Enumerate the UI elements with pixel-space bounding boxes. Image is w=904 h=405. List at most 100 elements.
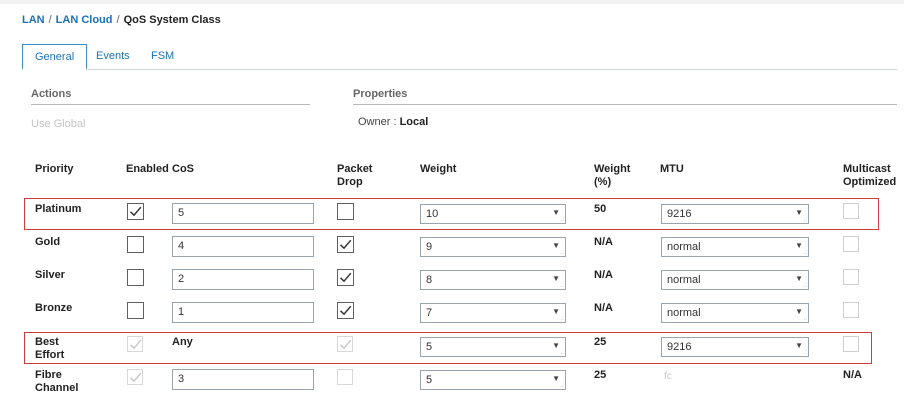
cos-input[interactable]: 2 [172, 269, 314, 290]
mtu-value: normal [667, 307, 701, 319]
top-border [0, 0, 904, 4]
tab-events[interactable]: Events [84, 46, 142, 69]
weight-select[interactable]: 8 ▼.: [420, 270, 566, 290]
multicast-optimized-checkbox [843, 269, 859, 285]
enabled-checkbox [127, 336, 143, 352]
mtu-select[interactable]: normal ▼.: [661, 237, 809, 257]
breadcrumb-separator: / [48, 14, 52, 26]
packet-drop-checkbox[interactable] [337, 236, 354, 253]
priority-label: Platinum [35, 203, 82, 215]
properties-title: Properties [353, 88, 408, 100]
chevron-down-icon: ▼ [795, 341, 803, 350]
resize-corner-icon: .: [560, 283, 564, 289]
tab-fsm[interactable]: FSM [139, 46, 186, 69]
packet-drop-checkbox[interactable] [337, 269, 354, 286]
chevron-down-icon: ▼ [552, 341, 560, 350]
priority-cell: Bronze [35, 302, 72, 315]
tab-general[interactable]: General [22, 44, 88, 70]
header-priority: Priority [35, 163, 74, 175]
resize-corner-icon: .: [560, 250, 564, 256]
weight-select[interactable]: 5 ▼.: [420, 337, 566, 357]
header-packet-drop-line2: Drop [337, 176, 363, 188]
priority-label: Effort [35, 349, 65, 361]
resize-corner-icon: .: [803, 283, 807, 289]
packet-drop-checkbox [337, 336, 353, 352]
mtu-value: normal [667, 241, 701, 253]
packet-drop-checkbox [337, 369, 353, 385]
weight-select[interactable]: 5 ▼.: [420, 370, 566, 390]
chevron-down-icon: ▼ [795, 208, 803, 217]
breadcrumb-separator: / [116, 14, 120, 26]
multicast-optimized-checkbox [843, 203, 859, 219]
weight-select[interactable]: 7 ▼.: [420, 303, 566, 323]
priority-cell: Fibre Channel [35, 369, 78, 395]
header-weight-pct-line2: (%) [594, 176, 612, 188]
multicast-optimized-checkbox [843, 302, 859, 318]
cos-input[interactable]: 5 [172, 203, 314, 224]
mtu-select[interactable]: 9216 ▼.: [661, 337, 809, 357]
weight-value: 8 [426, 274, 433, 286]
resize-corner-icon: .: [803, 350, 807, 356]
priority-cell: Platinum [35, 203, 81, 216]
mtu-select[interactable]: normal ▼.: [661, 303, 809, 323]
weight-percent: 50 [594, 203, 607, 215]
header-enabled: Enabled [126, 163, 169, 175]
weight-value: 5 [426, 341, 433, 353]
cos-input[interactable]: 1 [172, 302, 314, 323]
breadcrumb-lan[interactable]: LAN [22, 14, 45, 26]
cos-value: Any [172, 336, 193, 348]
header-weight-pct-line1: Weight [594, 163, 631, 175]
enabled-checkbox [127, 369, 143, 385]
weight-percent: N/A [594, 269, 613, 281]
tab-bar-divider [22, 69, 897, 70]
chevron-down-icon: ▼ [552, 307, 560, 316]
header-packet-drop: Packet Drop [337, 163, 372, 189]
cos-input[interactable]: 4 [172, 236, 314, 257]
resize-corner-icon: .: [560, 316, 564, 322]
enabled-checkbox[interactable] [127, 236, 144, 253]
breadcrumb-lan-cloud[interactable]: LAN Cloud [56, 14, 113, 26]
owner-field: Owner : Local [358, 116, 428, 128]
use-global-link[interactable]: Use Global [31, 118, 85, 130]
header-multicast-line1: Multicast [843, 163, 891, 175]
mtu-value-disabled: fc [664, 371, 672, 382]
enabled-checkbox[interactable] [127, 269, 144, 286]
multicast-optimized-checkbox [843, 336, 859, 352]
cos-input[interactable]: 3 [172, 369, 314, 390]
resize-corner-icon: .: [803, 250, 807, 256]
header-weight-pct: Weight (%) [594, 163, 630, 189]
enabled-checkbox[interactable] [127, 203, 144, 220]
chevron-down-icon: ▼ [552, 274, 560, 283]
mtu-value: normal [667, 274, 701, 286]
enabled-checkbox[interactable] [127, 302, 144, 319]
resize-corner-icon: .: [560, 217, 564, 223]
resize-corner-icon: .: [803, 316, 807, 322]
header-cos: CoS [172, 163, 194, 175]
chevron-down-icon: ▼ [552, 241, 560, 250]
chevron-down-icon: ▼ [552, 208, 560, 217]
header-packet-drop-line1: Packet [337, 163, 373, 175]
header-multicast-line2: Optimized [843, 176, 897, 188]
packet-drop-checkbox[interactable] [337, 302, 354, 319]
weight-percent: 25 [594, 369, 607, 381]
weight-percent: N/A [594, 236, 613, 248]
chevron-down-icon: ▼ [795, 307, 803, 316]
priority-label: Bronze [35, 302, 73, 314]
priority-label: Gold [35, 236, 61, 248]
mtu-value: 9216 [667, 208, 692, 220]
mtu-value: 9216 [667, 341, 692, 353]
chevron-down-icon: ▼ [795, 241, 803, 250]
header-mtu: MTU [660, 163, 684, 175]
breadcrumb-current: QoS System Class [123, 14, 221, 26]
mtu-select[interactable]: normal ▼.: [661, 270, 809, 290]
actions-divider [31, 104, 310, 105]
packet-drop-checkbox[interactable] [337, 203, 354, 220]
owner-value: Local [399, 116, 429, 128]
mtu-select[interactable]: 9216 ▼.: [661, 204, 809, 224]
resize-corner-icon: .: [560, 383, 564, 389]
weight-value: 7 [426, 307, 433, 319]
multicast-optimized-checkbox [843, 236, 859, 252]
priority-cell: Silver [35, 269, 65, 282]
weight-select[interactable]: 9 ▼.: [420, 237, 566, 257]
weight-select[interactable]: 10 ▼.: [420, 204, 566, 224]
